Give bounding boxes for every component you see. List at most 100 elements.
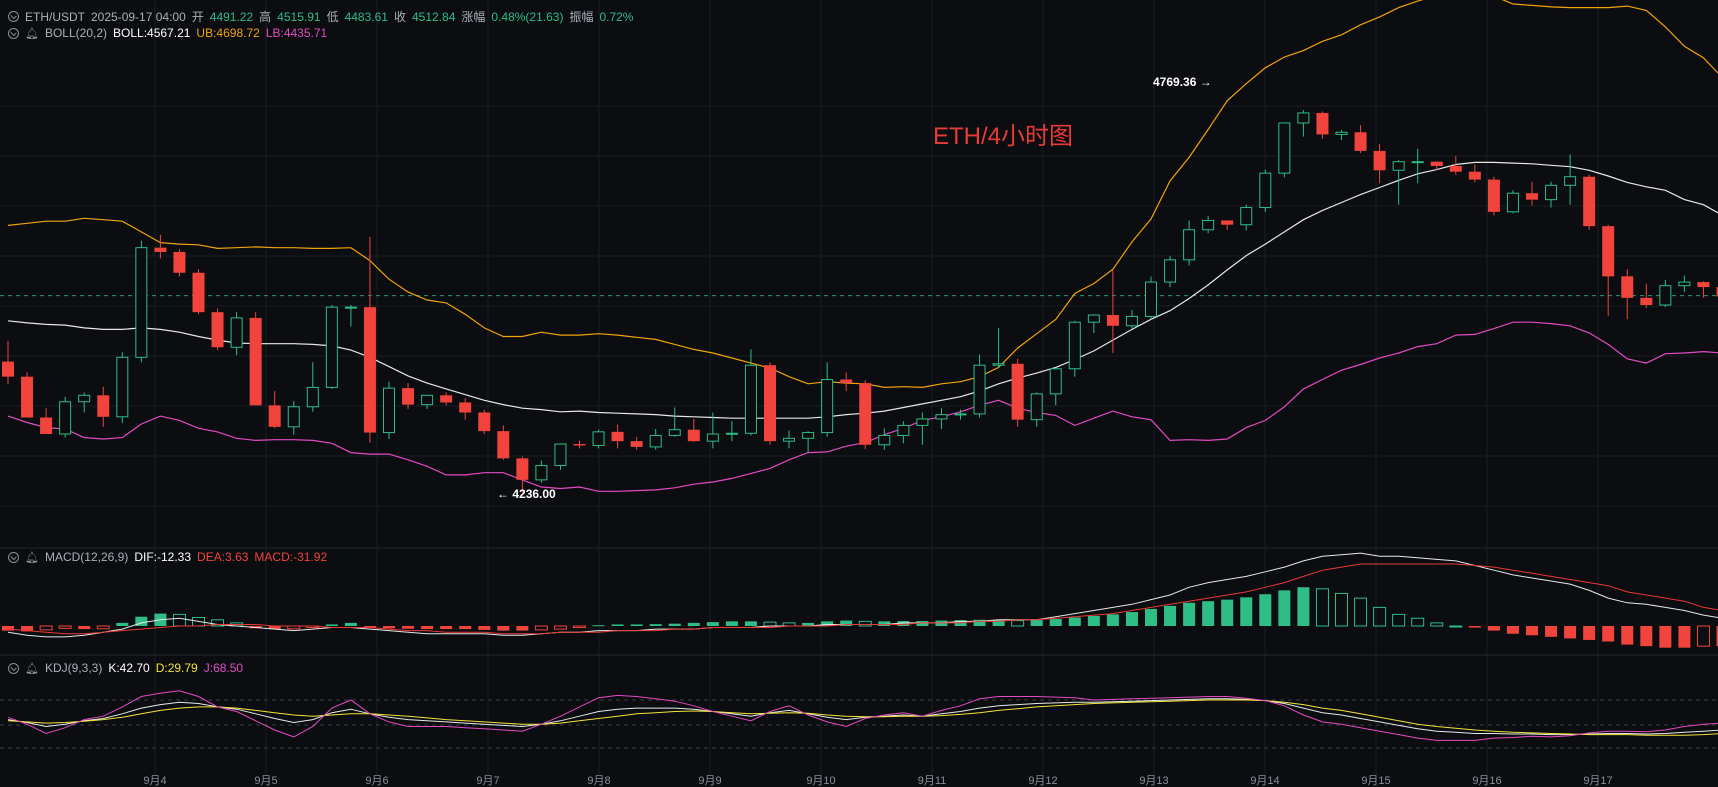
change-label: 涨幅 [461,10,486,24]
candle-body [592,431,605,446]
high-annotation: 4769.36 → [1153,75,1212,89]
candle-body [744,364,757,434]
x-tick-label: 9月7 [476,775,499,787]
macd-bar [1125,612,1138,626]
candle-body [878,434,891,446]
x-tick-label: 9月12 [1028,775,1057,787]
candle-body [783,437,796,442]
candle-body [21,376,34,418]
macd-bar [668,623,681,626]
collapse-chevron-icon[interactable] [8,27,19,39]
macd-bar [649,624,662,626]
macd-bar [1583,626,1596,640]
candle-body [421,394,434,406]
macd-bar [478,626,491,630]
macd-bar [1202,601,1215,626]
x-tick-label: 9月9 [698,775,721,787]
candle-body [1678,281,1691,287]
candle-body [573,444,586,446]
macd-bar [1315,588,1329,627]
macd-bar [325,624,338,626]
candle-body [2,361,14,377]
bell-icon[interactable]: 🔔︎ [25,27,39,40]
candle-body [1106,315,1119,326]
candle-body [840,379,853,384]
candle-body [1259,172,1272,209]
candle-body [230,317,243,348]
macd-bar [1411,617,1425,627]
candle-body [535,465,548,481]
macd-bar [1659,626,1672,648]
candle-body [1602,226,1615,277]
candle-body [916,418,929,426]
macd-bar [497,626,510,631]
candle-body [1240,207,1253,226]
candle-body [1278,122,1291,174]
amp-value: 0.72% [599,9,634,24]
x-tick-label: 9月14 [1250,775,1279,787]
candle-body [1373,150,1386,171]
macd-legend: 🔔︎ MACD(12,26,9) DIF:-12.33 DEA:3.63 MAC… [8,550,327,564]
macd-bar [1221,599,1234,626]
macd-bar [516,626,529,631]
macd-bar [459,626,472,630]
candle-body [1087,314,1100,323]
candle-body [935,414,948,420]
candle-body [1392,161,1405,171]
x-tick-label: 9月17 [1583,775,1612,787]
overlay-title: ETH/4小时图 [933,123,1074,150]
candle-body [306,386,319,408]
macd-bar [1506,626,1519,634]
candle-body [706,433,719,442]
boll-legend: 🔔︎ BOLL(20,2) BOLL:4567.21 UB:4698.72 LB… [8,26,327,40]
macd-bar [1087,615,1100,626]
candle-body [1068,321,1081,370]
low-value: 4483.61 [344,9,388,24]
candle-body [1049,368,1062,395]
boll-ub-value: UB:4698.72 [196,26,260,40]
symbol-label: ETH/USDT [25,9,85,24]
datetime-label: 2025-09-17 04:00 [91,9,186,24]
macd-dif-value: DIF:-12.33 [134,550,192,564]
x-tick-label: 9月6 [365,775,388,787]
candle-body [992,363,1005,366]
candle-body [668,429,681,436]
open-value: 4491.22 [209,9,254,24]
candle-body [344,306,357,309]
macd-bar [630,624,643,626]
x-tick-label: 9月5 [254,775,277,787]
candle-body [325,306,338,388]
macd-bar [1696,625,1710,647]
x-tick-label: 9月4 [143,775,166,787]
candle-body [1697,282,1710,288]
close-label: 收 [393,10,406,24]
candle-body [1297,112,1310,124]
macd-bar [687,622,700,626]
candle-body [1621,276,1634,298]
candle-body [1449,165,1462,172]
candle-body [478,412,491,432]
bell-icon[interactable]: 🔔︎ [25,662,39,675]
candle-body [40,417,53,434]
candle-body [1164,259,1177,283]
macd-bar [58,625,72,629]
x-tick-label: 9月13 [1139,775,1168,787]
boll-ub-line [7,0,1718,389]
candle-body [97,395,110,417]
collapse-chevron-icon[interactable] [8,11,19,22]
candle-body [554,443,567,467]
candle-body [1411,161,1424,164]
macd-bar [39,625,53,631]
open-label: 开 [191,10,204,24]
bell-icon[interactable]: 🔔︎ [25,551,39,564]
collapse-chevron-icon[interactable] [8,551,19,563]
candle-body [497,431,510,459]
candle-body [1506,192,1519,213]
macd-bar [1602,626,1615,642]
candle-body [116,356,129,418]
candle-body [1468,171,1481,180]
collapse-chevron-icon[interactable] [8,662,19,674]
candle-body [973,364,986,415]
macd-bar [2,626,14,631]
boll-lb-value: LB:4435.71 [265,26,328,40]
